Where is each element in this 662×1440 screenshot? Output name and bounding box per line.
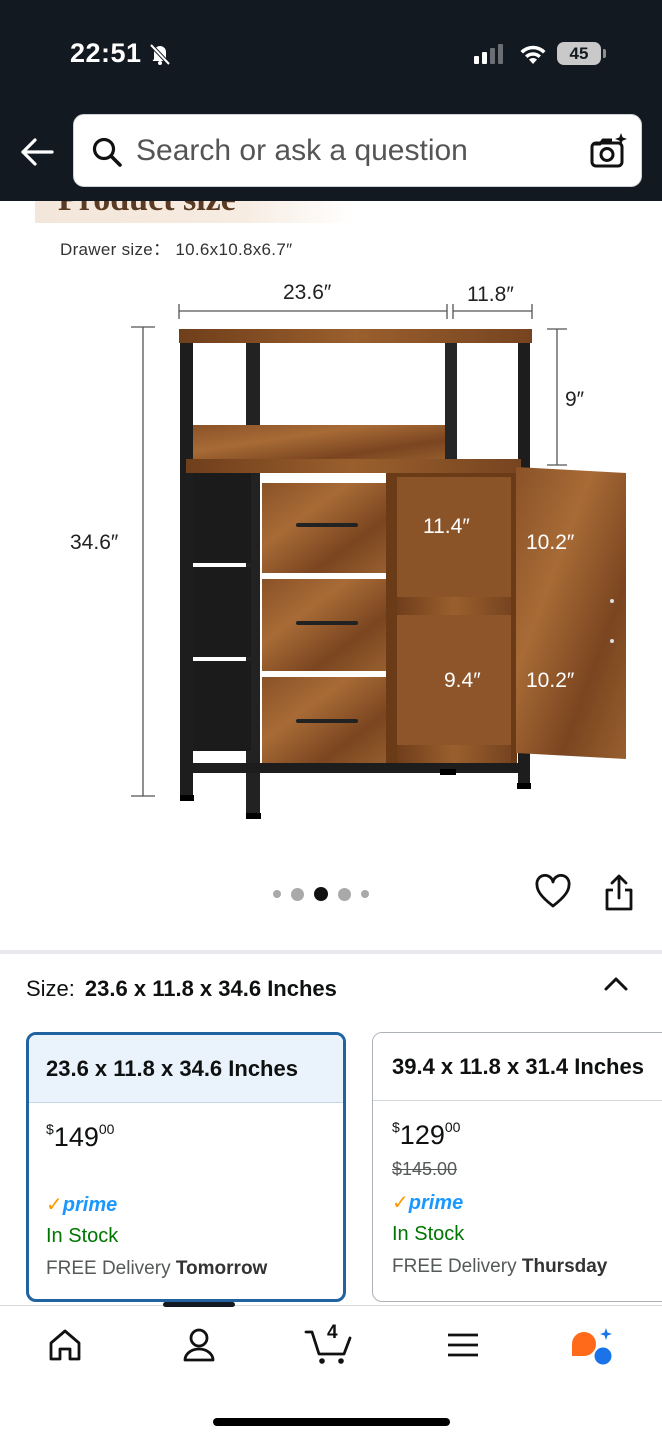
price-whole: 129 [399, 1120, 445, 1150]
carousel-dot[interactable] [338, 887, 351, 901]
back-arrow-icon[interactable] [18, 134, 56, 170]
dimension-lower-height: 10.2″ [526, 669, 575, 692]
rufus-icon[interactable] [568, 1326, 616, 1368]
delivery-info: FREE Delivery Thursday [392, 1256, 607, 1278]
delivery-prefix: FREE Delivery [392, 1256, 517, 1277]
option-title: 23.6 x 11.8 x 34.6 Inches [29, 1035, 343, 1103]
dimension-width: 23.6″ [283, 281, 332, 304]
home-indicator [213, 1418, 450, 1426]
prime-label: prime [62, 1194, 118, 1216]
prime-label: prime [408, 1192, 464, 1214]
search-icon [92, 137, 122, 167]
cellular-signal-icon [474, 44, 503, 64]
battery-cap [603, 49, 606, 58]
prime-badge: ✓prime [392, 1190, 463, 1215]
delivery-day: Thursday [521, 1256, 608, 1277]
carousel-dot-active[interactable] [314, 887, 328, 901]
share-icon[interactable] [603, 874, 635, 912]
product-image[interactable]: Product size Drawer size： 10.6x10.8x6.7″ [0, 201, 662, 953]
chevron-up-icon[interactable] [602, 974, 630, 994]
was-price: $145.00 [392, 1159, 458, 1179]
account-icon[interactable] [180, 1326, 218, 1364]
heart-icon[interactable] [534, 874, 572, 910]
search-bar[interactable] [73, 114, 642, 187]
option-price: $14900 [46, 1121, 114, 1153]
dimension-upper-height: 10.2″ [526, 531, 575, 554]
dimension-height: 34.6″ [70, 531, 119, 554]
prime-check-icon: ✓ [392, 1192, 409, 1214]
carousel-dot[interactable] [273, 890, 281, 898]
carousel-indicator[interactable] [273, 887, 369, 901]
carousel-dot[interactable] [291, 887, 304, 901]
dimension-cabinet-width: 11.4″ [423, 515, 470, 538]
size-option-card[interactable]: 39.4 x 11.8 x 31.4 Inches $12900 $145.00… [372, 1032, 662, 1302]
stock-status: In Stock [392, 1223, 465, 1245]
delivery-prefix: FREE Delivery [46, 1258, 171, 1279]
option-title: 39.4 x 11.8 x 31.4 Inches [373, 1033, 662, 1101]
search-input[interactable] [136, 131, 576, 171]
wifi-icon [520, 45, 546, 64]
size-selected-value: 23.6 x 11.8 x 34.6 Inches [84, 976, 337, 1001]
size-label: Size: [26, 976, 75, 1001]
battery-indicator: 45 [557, 42, 601, 65]
bottom-navigation: 4 [0, 1305, 662, 1440]
drawer-size-text: Drawer size： 10.6x10.8x6.7″ [60, 240, 293, 259]
price-symbol: $ [392, 1119, 400, 1135]
status-bar: 22:51 45 [0, 0, 662, 105]
active-tab-indicator [163, 1302, 235, 1307]
home-icon[interactable] [46, 1326, 84, 1364]
dimension-lower-depth: 9.4″ [444, 669, 481, 692]
prime-badge: ✓prime [46, 1192, 117, 1217]
price-cents: 00 [444, 1119, 461, 1135]
camera-lens-icon[interactable] [588, 131, 628, 171]
product-size-title: Product size [58, 201, 236, 219]
cart-count: 4 [327, 1322, 338, 1343]
top-header: 22:51 45 [0, 0, 662, 201]
section-divider [0, 950, 662, 954]
delivery-day: Tomorrow [175, 1258, 268, 1279]
delivery-info: FREE Delivery Tomorrow [46, 1258, 267, 1280]
price-whole: 149 [53, 1122, 99, 1152]
dimension-top-shelf: 9″ [565, 388, 585, 411]
stock-status: In Stock [46, 1225, 119, 1247]
carousel-dot[interactable] [361, 890, 369, 898]
silent-bell-icon [149, 43, 171, 66]
price-cents: 00 [98, 1121, 115, 1137]
status-time: 22:51 [70, 38, 142, 68]
price-symbol: $ [46, 1121, 54, 1137]
dimension-depth: 11.8″ [467, 283, 514, 306]
size-selector-header[interactable]: Size: 23.6 x 11.8 x 34.6 Inches [26, 976, 337, 1002]
menu-icon[interactable] [446, 1326, 480, 1364]
cabinet-illustration [131, 304, 626, 819]
size-option-card-selected[interactable]: 23.6 x 11.8 x 34.6 Inches $14900 ✓prime … [26, 1032, 346, 1302]
prime-check-icon: ✓ [46, 1194, 63, 1216]
option-price: $12900 [392, 1119, 460, 1151]
